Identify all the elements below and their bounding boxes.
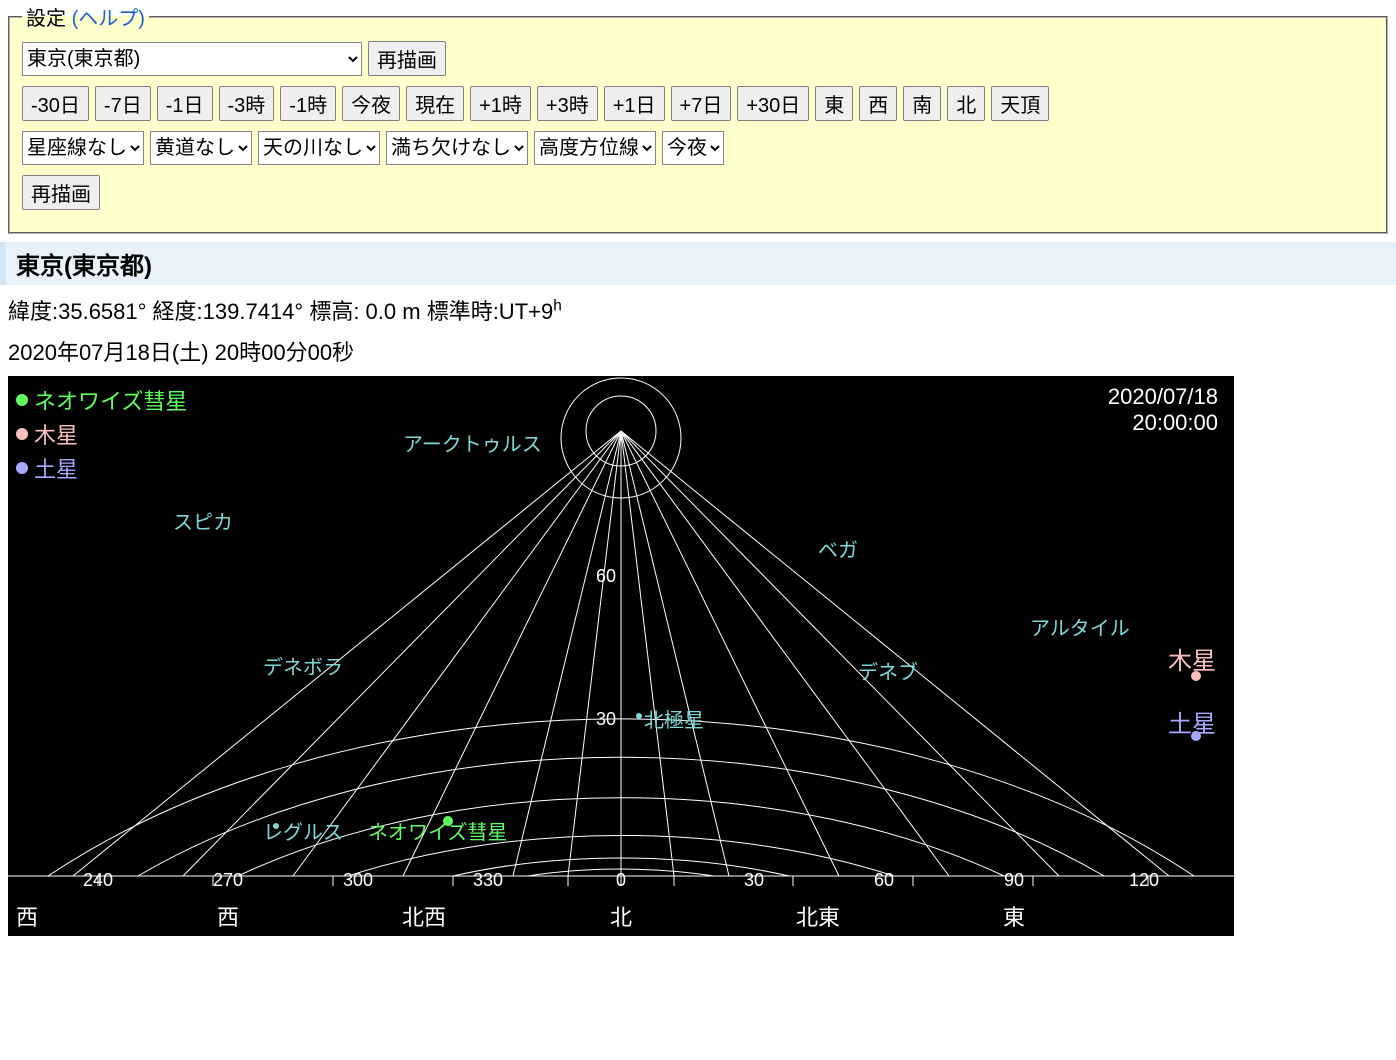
az-tick-120: 120 [1129,870,1159,891]
select-mode[interactable]: 今夜 [662,131,724,165]
options-row: 星座線なし 黄道なし 天の川なし 満ち欠けなし 高度方位線 今夜 [22,131,1374,165]
star-spica: スピカ [173,506,233,535]
star-regulus: レグルス [263,816,343,845]
legend-item-neowise: ネオワイズ彗星 [16,384,187,416]
az-tick-240: 240 [83,870,113,891]
select-ecliptic[interactable]: 黄道なし [150,131,252,165]
coords-line: 緯度:35.6581° 経度:139.7414° 標高: 0.0 m 標準時:U… [8,293,1388,330]
dir-ne: 北東 [796,900,840,932]
settings-label: 設定 [26,8,66,30]
az-tick-30: 30 [744,870,764,891]
btn-minus-1h[interactable]: -1時 [280,86,336,121]
redraw-button-2[interactable]: 再描画 [22,175,100,210]
btn-plus-1h[interactable]: +1時 [470,86,531,121]
sky-wrap: ネオワイズ彗星 木星 土星 2020/07/18 20:00:00 60 30 … [8,376,1388,936]
btn-plus-3h[interactable]: +3時 [537,86,598,121]
sky-legend: ネオワイズ彗星 木星 土星 [16,384,187,486]
btn-minus-3h[interactable]: -3時 [219,86,275,121]
alt-tick-60: 60 [596,566,616,587]
sky-timestamp: 2020/07/18 20:00:00 [1108,384,1218,436]
dir-edge-left: 西 [16,900,38,932]
select-constellation[interactable]: 星座線なし [22,131,144,165]
star-arcturus: アークトゥルス [403,428,542,457]
legend-label: 木星 [34,418,78,450]
select-moonphase[interactable]: 満ち欠けなし [386,131,528,165]
btn-plus-1d[interactable]: +1日 [604,86,665,121]
btn-minus-1d[interactable]: -1日 [157,86,213,121]
coords-text: 緯度:35.6581° 経度:139.7414° 標高: 0.0 m 標準時:U… [8,299,553,324]
sky-chart: ネオワイズ彗星 木星 土星 2020/07/18 20:00:00 60 30 … [8,376,1234,936]
legend-item-jupiter: 木星 [16,418,187,450]
legend-label: ネオワイズ彗星 [34,384,187,416]
dot-icon [16,394,28,406]
star-vega: ベガ [818,534,858,563]
btn-west[interactable]: 西 [859,86,897,121]
redraw-row: 再描画 [22,175,1374,210]
coords-sup: h [553,298,562,315]
datetime-line: 2020年07月18日(土) 20時00分00秒 [8,334,1388,371]
btn-east[interactable]: 東 [815,86,853,121]
location-row: 東京(東京都) 再描画 [22,41,1374,76]
star-denebola: デネボラ [263,651,343,680]
star-deneb: デネブ [858,656,918,685]
page-title: 東京(東京都) [0,242,1396,285]
btn-zenith[interactable]: 天頂 [991,86,1049,121]
az-tick-300: 300 [343,870,373,891]
legend-label: 土星 [34,452,78,484]
alt-tick-30: 30 [596,709,616,730]
time-buttons-row: -30日 -7日 -1日 -3時 -1時 今夜 現在 +1時 +3時 +1日 +… [22,86,1374,121]
dir-e: 東 [1003,900,1025,932]
btn-plus-30d[interactable]: +30日 [737,86,809,121]
btn-plus-7d[interactable]: +7日 [671,86,732,121]
star-polaris: 北極星 [644,704,704,733]
az-tick-60: 60 [874,870,894,891]
az-tick-330: 330 [473,870,503,891]
timestamp-time: 20:00:00 [1108,410,1218,436]
settings-panel: 設定 (ヘルプ) 東京(東京都) 再描画 -30日 -7日 -1日 -3時 -1… [8,2,1388,234]
select-altaz-grid[interactable]: 高度方位線 [534,131,656,165]
btn-north[interactable]: 北 [947,86,985,121]
select-milkyway[interactable]: 天の川なし [258,131,380,165]
legend-item-saturn: 土星 [16,452,187,484]
az-tick-270: 270 [213,870,243,891]
btn-south[interactable]: 南 [903,86,941,121]
btn-now[interactable]: 現在 [406,86,464,121]
timestamp-date: 2020/07/18 [1108,384,1218,410]
redraw-button[interactable]: 再描画 [368,41,446,76]
dot-icon [16,428,28,440]
btn-minus-7d[interactable]: -7日 [95,86,151,121]
star-altair: アルタイル [1030,612,1130,641]
help-link[interactable]: (ヘルプ) [72,8,145,30]
location-select[interactable]: 東京(東京都) [22,42,362,76]
btn-minus-30d[interactable]: -30日 [22,86,89,121]
sky-grid-icon [8,376,1234,936]
settings-legend: 設定 (ヘルプ) [22,2,149,31]
object-neowise: ネオワイズ彗星 [368,816,507,845]
dir-n: 北 [610,900,632,932]
az-tick-0: 0 [616,870,626,891]
btn-tonight[interactable]: 今夜 [342,86,400,121]
object-saturn: 土星 [1168,704,1216,739]
dot-icon [16,462,28,474]
az-tick-90: 90 [1004,870,1024,891]
object-jupiter: 木星 [1168,641,1216,676]
dir-nw: 北西 [402,900,446,932]
dir-w: 西 [217,900,239,932]
